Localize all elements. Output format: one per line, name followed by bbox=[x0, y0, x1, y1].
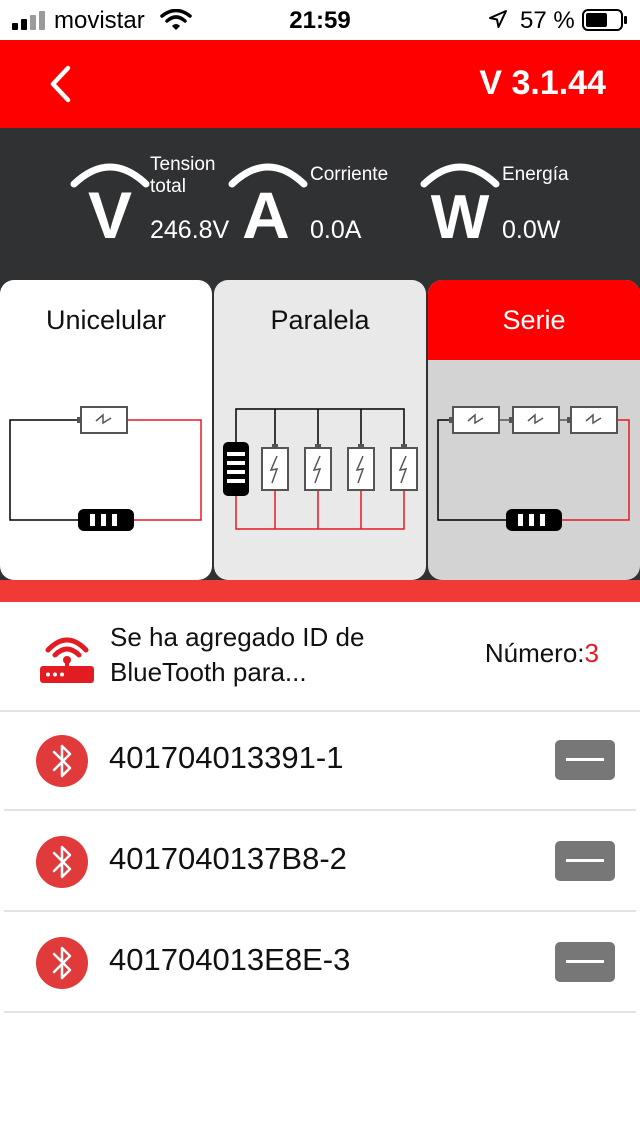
remove-device-button[interactable] bbox=[555, 841, 615, 881]
voltage-value: 246.8V bbox=[150, 216, 230, 244]
bluetooth-icon bbox=[36, 735, 88, 787]
device-count: Número:3 bbox=[485, 638, 599, 669]
voltage-label-line1: Tension bbox=[150, 154, 216, 175]
device-list: 401704013391-1 4017040137B8-2 401704013E… bbox=[0, 710, 640, 1013]
mode-card-paralela[interactable]: Paralela bbox=[214, 280, 426, 580]
minus-icon bbox=[566, 859, 604, 862]
mode-label-unicelular: Unicelular bbox=[45, 305, 167, 335]
current-value: 0.0A bbox=[310, 216, 362, 244]
app-version: V 3.1.44 bbox=[479, 64, 606, 102]
voltage-label-line2: total bbox=[150, 176, 186, 197]
chevron-left-icon bbox=[50, 65, 71, 103]
mode-selector: Unicelular Paralela Serie bbox=[0, 280, 640, 600]
voltage-icon: V bbox=[70, 163, 150, 240]
device-row[interactable]: 401704013391-1 bbox=[4, 710, 636, 811]
remove-device-button[interactable] bbox=[555, 740, 615, 780]
back-button[interactable] bbox=[42, 62, 82, 106]
bluetooth-icon bbox=[36, 937, 88, 989]
battery-percent: 57 % bbox=[520, 7, 575, 34]
device-id: 4017040137B8-2 bbox=[109, 841, 347, 876]
remove-device-button[interactable] bbox=[555, 942, 615, 982]
devices-header: Se ha agregado ID de BlueTooth para... N… bbox=[0, 602, 640, 712]
mode-card-serie[interactable]: Serie bbox=[428, 280, 640, 580]
device-count-value: 3 bbox=[584, 638, 599, 668]
location-arrow-icon bbox=[489, 10, 507, 28]
current-meter: A Corriente 0.0A bbox=[228, 150, 408, 250]
svg-text:V: V bbox=[88, 178, 132, 240]
current-label: Corriente bbox=[310, 164, 389, 185]
status-bar: movistar 21:59 57 % bbox=[0, 0, 640, 40]
mode-card-unicelular[interactable]: Unicelular bbox=[0, 280, 212, 580]
device-count-label: Número: bbox=[484, 638, 585, 668]
mode-label-paralela: Paralela bbox=[270, 305, 370, 335]
power-meter: W Energía 0.0W bbox=[420, 150, 620, 250]
device-id: 401704013E8E-3 bbox=[109, 942, 351, 977]
current-icon: A bbox=[228, 163, 308, 240]
device-row[interactable]: 4017040137B8-2 bbox=[4, 811, 636, 912]
series-diagram-icon bbox=[437, 406, 630, 531]
battery-icon bbox=[582, 9, 627, 31]
power-icon: W bbox=[420, 163, 500, 240]
voltage-meter: V Tension total 246.8V bbox=[70, 150, 240, 250]
svg-text:A: A bbox=[242, 178, 290, 240]
accent-divider bbox=[0, 580, 640, 602]
minus-icon bbox=[566, 758, 604, 761]
meters-panel: V Tension total 246.8V A Corriente 0.0A … bbox=[0, 128, 640, 280]
router-icon bbox=[40, 637, 94, 683]
minus-icon bbox=[566, 960, 604, 963]
parallel-diagram-icon bbox=[223, 408, 418, 530]
svg-text:W: W bbox=[431, 183, 490, 240]
power-value: 0.0W bbox=[502, 216, 561, 244]
device-row[interactable]: 401704013E8E-3 bbox=[4, 912, 636, 1013]
power-label: Energía bbox=[502, 164, 569, 185]
single-cell-diagram-icon bbox=[9, 406, 202, 531]
app-header: V 3.1.44 bbox=[0, 40, 640, 128]
voltage-label: Tension total bbox=[150, 154, 216, 198]
devices-message: Se ha agregado ID de BlueTooth para... bbox=[110, 622, 365, 687]
bluetooth-icon bbox=[36, 836, 88, 888]
device-id: 401704013391-1 bbox=[109, 740, 344, 775]
mode-label-serie: Serie bbox=[428, 280, 640, 360]
